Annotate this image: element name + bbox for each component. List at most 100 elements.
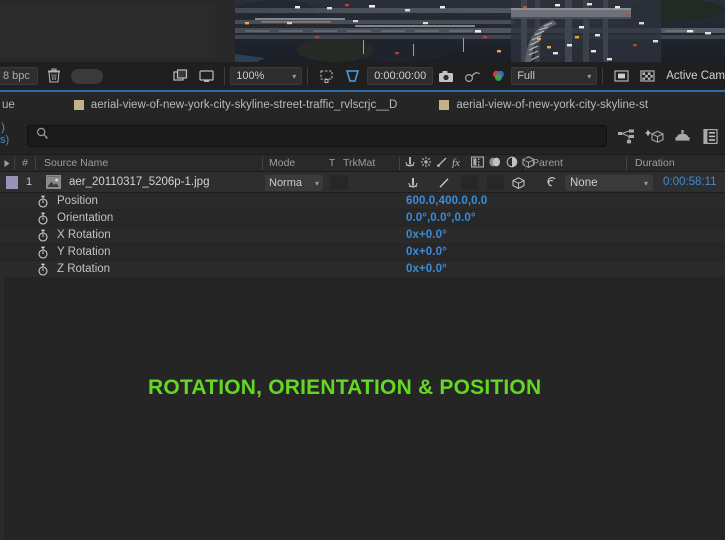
- shy-layers-icon[interactable]: [613, 123, 639, 149]
- zoom-level-value: 100%: [236, 70, 265, 82]
- property-name: Position: [57, 195, 98, 207]
- graph-editor-icon[interactable]: [697, 123, 723, 149]
- lock-icon[interactable]: [436, 156, 448, 171]
- property-row-position[interactable]: Position 600.0,400.0,0.0: [0, 193, 725, 210]
- property-value[interactable]: 0x+0.0°: [406, 263, 447, 275]
- resolution-select[interactable]: Full ▾: [511, 67, 598, 85]
- property-name: X Rotation: [57, 229, 111, 241]
- chevron-down-icon: ▾: [587, 71, 592, 81]
- stopwatch-icon[interactable]: [36, 228, 50, 242]
- top-row: [0, 0, 725, 62]
- composition-viewer-image[interactable]: [235, 0, 725, 62]
- layer-source-name[interactable]: aer_20110317_5206p-1.jpg: [69, 176, 209, 188]
- timeline-empty-area[interactable]: [0, 277, 725, 540]
- layer-lock-slash-icon[interactable]: [436, 175, 452, 190]
- property-value[interactable]: 600.0,400.0,0.0: [406, 195, 487, 207]
- viewer-timecode-field[interactable]: 0:00:00:00: [367, 67, 434, 85]
- resolution-value: Full: [517, 70, 535, 82]
- property-row-z-rotation[interactable]: Z Rotation 0x+0.0°: [0, 261, 725, 278]
- switches-header-group: fx: [400, 154, 535, 172]
- parent-pickwhip-icon[interactable]: [543, 175, 559, 190]
- search-box[interactable]: [27, 125, 607, 147]
- tab-label: aerial-view-of-new-york-city-skyline-st: [456, 99, 649, 111]
- property-value[interactable]: 0x+0.0°: [406, 246, 447, 258]
- motion-blur-icon[interactable]: [669, 123, 695, 149]
- zoom-level-select[interactable]: 100% ▾: [230, 67, 303, 85]
- pixel-aspect-ratio-icon[interactable]: [608, 62, 634, 90]
- stopwatch-icon[interactable]: [36, 194, 50, 208]
- layer-color-swatch[interactable]: [6, 175, 18, 189]
- stopwatch-icon[interactable]: [36, 245, 50, 259]
- region-of-interest-icon[interactable]: [313, 62, 339, 90]
- show-snapshot-icon[interactable]: [459, 62, 485, 90]
- motion-blur-switch-icon[interactable]: [488, 156, 502, 171]
- toolbar-divider: [307, 67, 309, 85]
- tab-composition-1[interactable]: aerial-view-of-new-york-city-skyline-str…: [70, 92, 402, 118]
- property-value[interactable]: 0x+0.0°: [406, 229, 447, 241]
- layer-mode-select[interactable]: Norma ▾: [265, 175, 323, 191]
- layer-switch-box-b[interactable]: [487, 175, 504, 190]
- toggle-mask-icon[interactable]: [167, 62, 193, 90]
- column-header-t[interactable]: T: [329, 157, 335, 169]
- layer-three-d-icon[interactable]: [510, 175, 526, 190]
- camera-icon[interactable]: [433, 62, 459, 90]
- timecode-stub-bottom: s): [0, 134, 10, 146]
- timeline-search-row: ) s): [0, 118, 725, 154]
- layer-duration[interactable]: 0:00:58:11: [663, 176, 717, 188]
- property-row-y-rotation[interactable]: Y Rotation 0x+0.0°: [0, 244, 725, 261]
- search-input[interactable]: [55, 130, 598, 142]
- tab-left-fragment: ue: [2, 99, 15, 111]
- fx-icon[interactable]: fx: [452, 156, 467, 171]
- timeline-left-edge: [0, 277, 4, 540]
- column-header-trkmat[interactable]: TrkMat: [343, 157, 375, 169]
- timeline-switch-tools: [613, 123, 725, 149]
- aerial-traffic-photo: [235, 0, 725, 62]
- property-name: Z Rotation: [57, 263, 111, 275]
- frame-blend-icon[interactable]: [471, 155, 484, 171]
- property-row-x-rotation[interactable]: X Rotation 0x+0.0°: [0, 227, 725, 244]
- viewer-toolbar-right: 100% ▾ 0:00:00:00 Full ▾ Active Cam: [161, 62, 725, 90]
- chevron-down-icon: ▾: [314, 178, 319, 188]
- grid-and-guides-icon[interactable]: [339, 62, 365, 90]
- column-header-source-name[interactable]: Source Name: [44, 157, 108, 169]
- annotation-overlay-text: ROTATION, ORIENTATION & POSITION: [148, 376, 542, 399]
- tab-label: aerial-view-of-new-york-city-skyline-str…: [90, 99, 398, 111]
- property-value[interactable]: 0.0°,0.0°,0.0°: [406, 212, 476, 224]
- layer-audio-icon[interactable]: [405, 175, 421, 190]
- solo-icon[interactable]: [420, 156, 432, 171]
- column-header-mode[interactable]: Mode: [269, 157, 295, 169]
- adjustment-layer-icon[interactable]: [506, 156, 518, 171]
- toolbar-divider: [602, 67, 604, 85]
- column-header-parent[interactable]: Parent: [532, 157, 563, 169]
- monitor-icon[interactable]: [193, 62, 219, 90]
- enable-3d-renderer-icon[interactable]: [641, 123, 667, 149]
- layer-switch-box-a[interactable]: [461, 175, 478, 190]
- property-row-orientation[interactable]: Orientation 0.0°,0.0°,0.0°: [0, 210, 725, 227]
- transparency-grid-icon[interactable]: [634, 62, 660, 90]
- timeline-timecode-stub: ) s): [0, 118, 24, 154]
- stopwatch-icon[interactable]: [36, 262, 50, 276]
- parent-select[interactable]: None ▾: [565, 175, 653, 191]
- layer-trkmat-box[interactable]: [330, 175, 348, 190]
- expand-all-arrow-icon[interactable]: [0, 154, 14, 172]
- audio-icon[interactable]: [404, 156, 416, 171]
- chevron-down-icon: ▾: [643, 178, 648, 188]
- channels-icon[interactable]: [485, 62, 511, 90]
- timeline-layer-row[interactable]: 1 aer_20110317_5206p-1.jpg Norma ▾ None …: [0, 172, 725, 193]
- property-name: Y Rotation: [57, 246, 111, 258]
- layer-index: 1: [25, 176, 33, 188]
- composition-swatch-icon: [439, 100, 450, 110]
- stopwatch-icon[interactable]: [36, 211, 50, 225]
- active-camera-label[interactable]: Active Cam: [666, 70, 725, 82]
- column-header-duration[interactable]: Duration: [635, 157, 675, 169]
- chevron-down-icon: ▾: [292, 71, 297, 81]
- bit-depth-button[interactable]: 8 bpc: [0, 67, 38, 85]
- trash-icon[interactable]: [47, 68, 61, 84]
- toolbar-pill-control[interactable]: [70, 68, 103, 84]
- column-header-number: #: [22, 157, 28, 169]
- left-empty-panel-inner: [0, 3, 215, 59]
- svg-text:fx: fx: [452, 157, 460, 168]
- property-name: Orientation: [57, 212, 114, 224]
- viewer-timecode-value: 0:00:00:00: [374, 70, 427, 82]
- tab-composition-2[interactable]: aerial-view-of-new-york-city-skyline-st: [435, 92, 652, 118]
